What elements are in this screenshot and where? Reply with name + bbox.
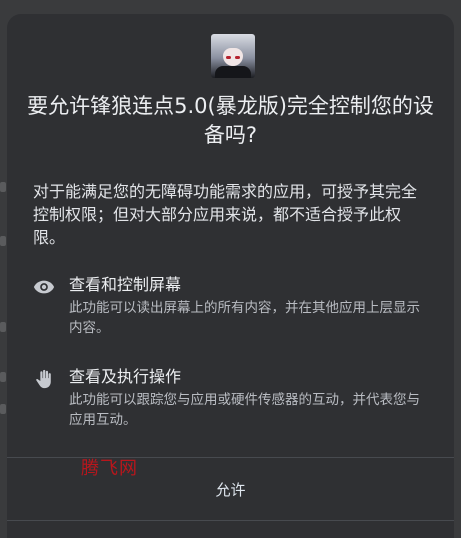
background-fragment <box>0 322 6 332</box>
background-fragment <box>0 182 6 192</box>
background-fragment <box>0 404 6 414</box>
allow-button[interactable]: 允许 <box>7 458 454 520</box>
dialog-title: 要允许锋狼连点5.0(暴龙版)完全控制您的设备吗? <box>27 94 434 147</box>
background-fragment <box>0 372 6 382</box>
background-fragment <box>0 236 6 246</box>
eye-icon <box>33 276 55 298</box>
app-avatar <box>211 34 255 78</box>
dialog-description: 对于能满足您的无障碍功能需求的应用，可授予其完全控制权限；但对大部分应用来说，都… <box>33 182 418 247</box>
permission-description: 此功能可以跟踪您与应用或硬件传感器的互动，并代表您与应用互动。 <box>69 392 420 428</box>
permission-title: 查看和控制屏幕 <box>69 275 182 294</box>
permission-dialog: 要允许锋狼连点5.0(暴龙版)完全控制您的设备吗? 对于能满足您的无障碍功能需求… <box>7 14 454 538</box>
hand-icon <box>33 368 55 390</box>
divider <box>7 520 454 521</box>
watermark: 腾飞网 <box>81 458 138 479</box>
permission-title: 查看及执行操作 <box>69 367 182 386</box>
permission-description: 此功能可以读出屏幕上的所有内容，并在其他应用上层显示内容。 <box>69 300 420 336</box>
